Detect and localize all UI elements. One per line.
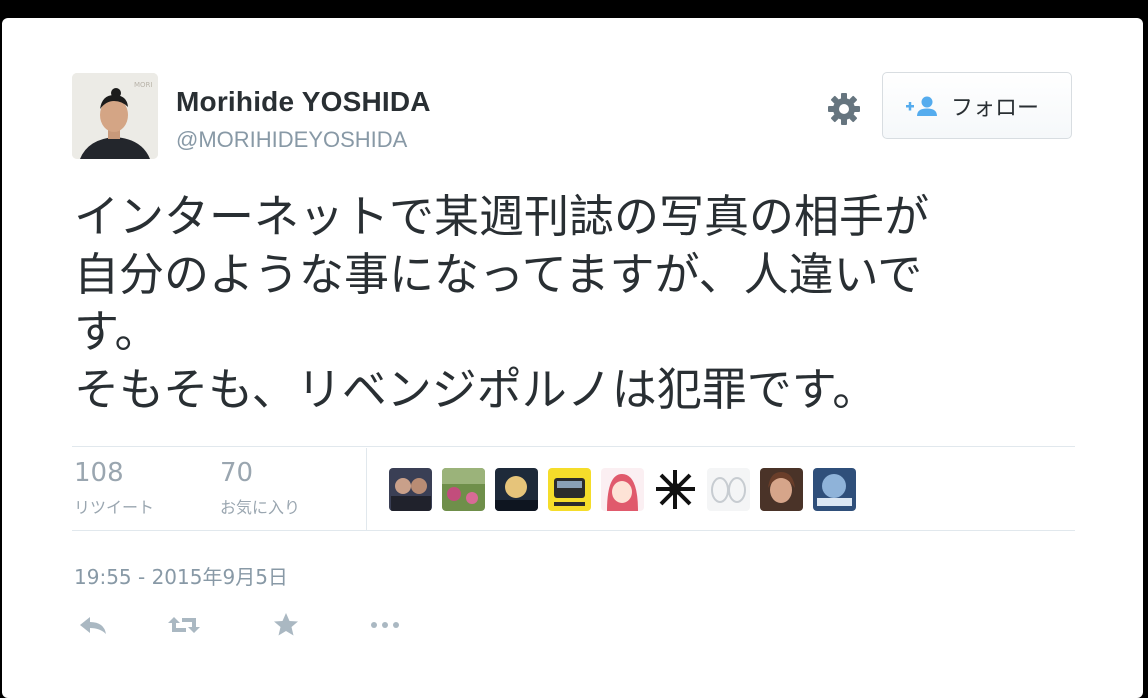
retweet-icon[interactable] xyxy=(164,608,204,642)
more-icon[interactable] xyxy=(366,608,406,642)
favoriter-avatar[interactable] xyxy=(495,468,538,511)
tweet-text-line: インターネットで某週刊誌の写真の相手が xyxy=(74,190,930,243)
favoriter-avatar[interactable] xyxy=(601,468,644,511)
stats-vertical-divider xyxy=(366,448,367,531)
favoriter-avatar[interactable] xyxy=(707,468,750,511)
add-user-icon xyxy=(906,96,937,116)
favorite-count: 70 xyxy=(220,458,254,488)
favoriter-avatar[interactable] xyxy=(389,468,432,511)
tweet-card: MORI Morihide YOSHIDA @MORIHIDEYOSHIDA フ… xyxy=(2,18,1143,698)
follow-button[interactable]: フォロー xyxy=(882,72,1072,139)
stats-bottom-divider xyxy=(72,530,1075,531)
retweet-count: 108 xyxy=(74,458,124,488)
svg-text:MORI: MORI xyxy=(134,81,152,89)
reply-icon[interactable] xyxy=(74,608,114,642)
favoriter-avatar[interactable] xyxy=(654,468,697,511)
gear-icon[interactable] xyxy=(825,90,863,128)
tweet-text-line: す。 xyxy=(74,305,160,358)
stats-top-divider xyxy=(72,446,1075,447)
favoriter-avatar[interactable] xyxy=(442,468,485,511)
author-name[interactable]: Morihide YOSHIDA xyxy=(176,86,431,118)
favoriter-avatar[interactable] xyxy=(548,468,591,511)
retweet-stat[interactable]: 108 リツイート xyxy=(74,458,154,518)
favoriter-avatar[interactable] xyxy=(813,468,856,511)
favorite-label: お気に入り xyxy=(220,498,301,517)
favorite-stat[interactable]: 70 お気に入り xyxy=(220,458,300,518)
retweet-label: リツイート xyxy=(74,498,155,517)
tweet-text-line: そもそも、リベンジポルノは犯罪です。 xyxy=(74,362,878,416)
tweet-text: インターネットで某週刊誌の写真の相手が 自分のような事になってますが、人違いで … xyxy=(74,188,1074,418)
author-handle[interactable]: @MORIHIDEYOSHIDA xyxy=(176,127,407,153)
favoriter-avatar[interactable] xyxy=(760,468,803,511)
tweet-text-line: 自分のような事になってますが、人違いで xyxy=(74,247,923,301)
favoriter-avatars xyxy=(389,468,856,511)
tweet-timestamp[interactable]: 19:55 - 2015年9月5日 xyxy=(74,561,288,590)
follow-label: フォロー xyxy=(951,95,1040,121)
author-avatar[interactable]: MORI xyxy=(72,73,158,159)
favorite-icon[interactable] xyxy=(266,608,306,642)
